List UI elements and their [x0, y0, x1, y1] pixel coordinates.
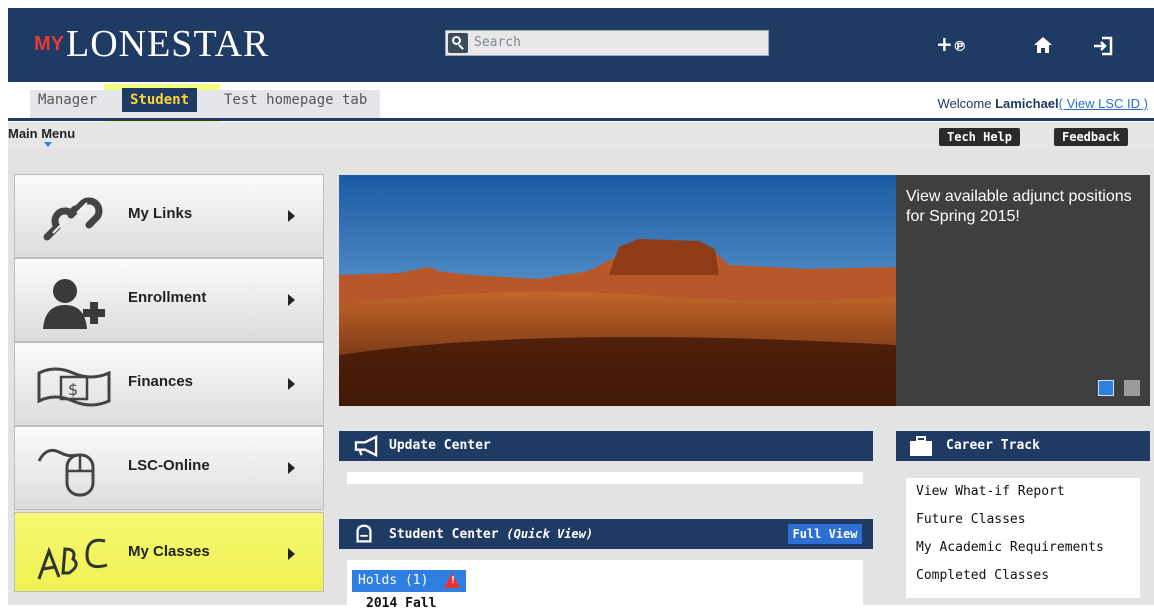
nav-label: Enrollment	[128, 289, 207, 306]
nav-item-enrollment[interactable]: Enrollment	[14, 258, 324, 342]
main-menu[interactable]: Main Menu	[8, 126, 75, 147]
promo-panel[interactable]: View available adjunct positions for Spr…	[896, 175, 1150, 406]
search-placeholder: Search	[474, 35, 521, 50]
career-track-links: View What-if Report Future Classes My Ac…	[906, 478, 1140, 598]
chevron-right-icon	[288, 462, 295, 474]
nav-item-finances[interactable]: $ Finances	[14, 342, 324, 426]
view-lsc-id-link[interactable]: ( View LSC ID )	[1059, 96, 1148, 111]
dollar-bill-icon: $	[37, 367, 111, 407]
add-user-icon	[43, 279, 105, 329]
home-icon[interactable]	[1033, 35, 1053, 55]
warning-icon	[444, 573, 460, 588]
career-track-header: Career Track	[896, 431, 1150, 461]
update-center-body	[347, 472, 863, 484]
completed-classes-link[interactable]: Completed Classes	[906, 562, 1140, 590]
chevron-right-icon	[288, 294, 295, 306]
welcome-message: Welcome Lamichael( View LSC ID )	[937, 96, 1149, 111]
future-classes-link[interactable]: Future Classes	[906, 506, 1140, 534]
nav-label: My Links	[128, 205, 193, 222]
nav-label: Finances	[128, 373, 194, 390]
nav-item-my-links[interactable]: My Links	[14, 174, 324, 258]
abc-icon	[37, 538, 108, 580]
update-center-header: Update Center	[339, 431, 873, 461]
add-link-icon[interactable]: +℗	[936, 34, 967, 57]
feedback-button[interactable]: Feedback	[1054, 128, 1128, 146]
carousel-dot-active[interactable]	[1098, 380, 1114, 396]
mylonestar-logo[interactable]: MYLONESTAR	[34, 22, 269, 66]
svg-text:$: $	[68, 380, 78, 399]
chevron-right-icon	[288, 210, 295, 222]
tech-help-button[interactable]: Tech Help	[939, 128, 1021, 146]
username: Lamichael	[995, 96, 1059, 111]
search-icon[interactable]	[448, 33, 468, 53]
view-what-if-report-link[interactable]: View What-if Report	[906, 478, 1140, 506]
mouse-icon	[37, 448, 95, 497]
left-navigation: My Links Enrollment $ Finances LSC-Onlin…	[14, 174, 324, 605]
backpack-icon	[356, 524, 372, 543]
tab-student[interactable]: Student	[122, 88, 198, 112]
signout-icon[interactable]	[1092, 35, 1114, 57]
nav-item-lsc-online[interactable]: LSC-Online	[14, 426, 324, 510]
briefcase-icon	[910, 436, 932, 456]
chevron-right-icon	[288, 378, 295, 390]
banner-image[interactable]	[339, 175, 896, 406]
nav-label: LSC-Online	[128, 457, 210, 474]
nav-item-my-classes[interactable]: My Classes	[14, 512, 324, 592]
tab-manager[interactable]: Manager	[38, 92, 97, 108]
top-header-bar: MYLONESTAR Search +℗	[8, 8, 1154, 82]
search-input[interactable]: Search	[445, 30, 769, 56]
promo-text: View available adjunct positions for Spr…	[906, 188, 1132, 225]
megaphone-icon	[354, 435, 378, 457]
holds-badge[interactable]: Holds (1)	[352, 570, 466, 592]
tab-test-homepage[interactable]: Test homepage tab	[224, 92, 367, 108]
nav-label: My Classes	[128, 543, 210, 560]
full-view-button[interactable]: Full View	[788, 524, 862, 544]
my-academic-requirements-link[interactable]: My Academic Requirements	[906, 534, 1140, 562]
chevron-right-icon	[288, 548, 295, 560]
chain-link-icon	[43, 197, 103, 241]
chevron-down-icon	[44, 142, 52, 147]
desert-landscape-image	[339, 175, 896, 406]
carousel-dot[interactable]	[1124, 380, 1140, 396]
term-label: 2014 Fall	[366, 596, 437, 611]
